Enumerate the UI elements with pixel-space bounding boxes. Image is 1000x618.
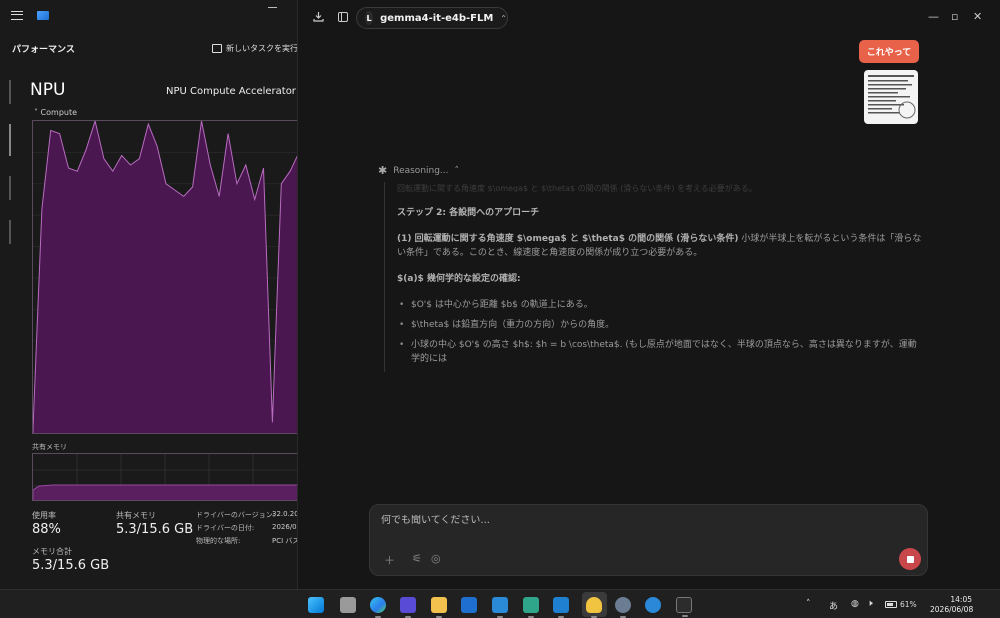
reasoning-toggle[interactable]: ✱ Reasoning... ˄ bbox=[378, 164, 459, 177]
model-name: gemma4-it-e4b-FLM bbox=[380, 12, 494, 24]
driver-version-label: ドライバーのバージョン: bbox=[196, 511, 276, 519]
graph-selector[interactable]: ˅ Compute bbox=[34, 108, 77, 117]
maximize-icon[interactable]: ▫ bbox=[951, 10, 958, 24]
chevron-updown-icon: ⌃ bbox=[500, 13, 507, 23]
tm-titlebar bbox=[0, 0, 297, 30]
tools-icon[interactable]: ⚟ bbox=[412, 552, 422, 565]
device-name: NPU Compute Accelerator bbox=[166, 86, 296, 97]
physical-location-label: 物理的な場所: bbox=[196, 537, 241, 545]
network-icon[interactable]: ◍ bbox=[851, 599, 859, 609]
battery-icon[interactable] bbox=[885, 601, 897, 608]
sidebar-item-npu[interactable] bbox=[9, 124, 11, 156]
reasoning-bullet-3: 小球の中心 $O'$ の高さ $h$: $h = b \cos\theta$. … bbox=[397, 338, 924, 366]
compute-usage-area bbox=[33, 121, 297, 433]
volume-muted-icon[interactable]: 🕨 bbox=[867, 599, 873, 609]
shared-memory-graph-svg bbox=[33, 454, 297, 500]
sidebar-item-memory[interactable] bbox=[9, 176, 11, 200]
message-input[interactable] bbox=[381, 515, 861, 526]
hamburger-menu-icon[interactable] bbox=[11, 10, 23, 20]
shared-memory-label: 共有メモリ bbox=[32, 443, 67, 451]
wave-hand-app-icon[interactable] bbox=[586, 597, 602, 618]
notes-app-icon[interactable] bbox=[400, 597, 416, 618]
driver-date-label: ドライバーの日付: bbox=[196, 524, 255, 532]
driver-version-value: 32.0.20 bbox=[272, 510, 298, 518]
clock-date: 2026/06/08 bbox=[930, 605, 974, 614]
task-manager-window: パフォーマンス 新しいタスクを実行す NPU NPU Compute Accel… bbox=[0, 0, 298, 589]
graph-label: Compute bbox=[40, 108, 78, 117]
start-icon[interactable] bbox=[308, 597, 324, 613]
stop-generation-button[interactable] bbox=[899, 548, 921, 570]
sidebar-item-cpu[interactable] bbox=[9, 80, 11, 104]
file-explorer-icon[interactable] bbox=[431, 597, 447, 618]
clock-time: 14:05 bbox=[950, 595, 972, 604]
task-manager-taskbar-icon[interactable] bbox=[553, 597, 569, 618]
edge-browser-icon[interactable] bbox=[370, 597, 386, 618]
attached-image-content bbox=[868, 75, 916, 119]
chat-titlebar: L gemma4-it-e4b-FLM ⌃ — ▫ ✕ bbox=[298, 0, 1000, 36]
reasoning-bullets: $O'$ は中心から距離 $b$ の軌道上にある。 $\theta$ は鉛直方向… bbox=[397, 298, 924, 366]
stop-icon bbox=[906, 555, 914, 563]
user-message: これやって bbox=[859, 40, 919, 63]
sidebar-item-disk[interactable] bbox=[9, 220, 11, 244]
new-task-icon bbox=[212, 44, 222, 53]
message-composer: ＋ ⚟ ◎ bbox=[369, 504, 928, 576]
sidebar-toggle-icon[interactable] bbox=[338, 12, 348, 22]
new-task-button[interactable]: 新しいタスクを実行す bbox=[212, 43, 298, 54]
shared-memory-graph bbox=[32, 453, 297, 501]
reasoning-paragraph-1-bold: (1) 回転運動に関する角速度 $\omega$ と $\theta$ の間の関… bbox=[397, 234, 739, 244]
attached-image-thumbnail[interactable] bbox=[864, 70, 918, 124]
reasoning-step-title: ステップ 2: 各設問へのアプローチ bbox=[397, 208, 540, 218]
chat-window: L gemma4-it-e4b-FLM ⌃ — ▫ ✕ これやって ✱ Reas… bbox=[298, 0, 1000, 589]
help-app-icon[interactable] bbox=[645, 597, 661, 613]
ime-indicator[interactable]: あ bbox=[829, 599, 838, 612]
mem-total-label: メモリ合計 bbox=[32, 547, 72, 556]
settings-icon[interactable]: ◎ bbox=[431, 552, 441, 565]
utilization-label: 使用率 bbox=[32, 511, 56, 520]
vscode-icon[interactable] bbox=[492, 597, 508, 618]
sparkle-icon: ✱ bbox=[378, 164, 388, 177]
photos-app-icon[interactable] bbox=[523, 597, 539, 618]
model-badge: L bbox=[365, 11, 374, 25]
new-task-label: 新しいタスクを実行す bbox=[226, 44, 298, 53]
device-title: NPU bbox=[30, 80, 66, 100]
reasoning-bullet-2: $\theta$ は鉛直方向（重力の方向）からの角度。 bbox=[397, 318, 924, 332]
close-icon[interactable]: ✕ bbox=[973, 10, 982, 24]
task-manager-app-icon bbox=[37, 10, 49, 20]
tray-overflow-chevron-icon[interactable]: ˄ bbox=[806, 599, 811, 609]
add-attachment-icon[interactable]: ＋ bbox=[384, 552, 395, 568]
reasoning-bullet-1: $O'$ は中心から距離 $b$ の軌道上にある。 bbox=[397, 298, 924, 312]
task-view-icon[interactable] bbox=[340, 597, 356, 613]
shared-mem-value: 5.3/15.6 GB bbox=[116, 522, 194, 537]
compute-graph bbox=[32, 120, 297, 434]
perf-sidebar bbox=[9, 80, 12, 300]
minimize-icon[interactable] bbox=[268, 7, 277, 8]
chevron-up-icon: ˄ bbox=[454, 165, 460, 176]
utilization-value: 88% bbox=[32, 522, 61, 537]
reasoning-paragraph-1: (1) 回転運動に関する角速度 $\omega$ と $\theta$ の間の関… bbox=[397, 232, 924, 260]
physical-location-value: PCI バス bbox=[272, 537, 298, 545]
reasoning-paragraph-2: $(a)$ 幾何学的な設定の確認: bbox=[397, 272, 924, 286]
taskbar: ˄ あ ◍ 🕨 61% 14:05 2026/06/08 bbox=[0, 589, 1000, 618]
reasoning-content: 回転運動に関する角速度 $\omega$ と $\theta$ の間の関係 (滑… bbox=[384, 182, 924, 372]
minimize-icon[interactable]: — bbox=[928, 10, 939, 24]
settings-gear-icon[interactable] bbox=[615, 597, 631, 618]
reasoning-label: Reasoning... bbox=[393, 165, 449, 176]
mem-total-value: 5.3/15.6 GB bbox=[32, 558, 110, 573]
clock[interactable]: 14:05 2026/06/08 bbox=[930, 595, 974, 615]
driver-date-value: 2026/0 bbox=[272, 523, 297, 531]
shared-mem-label: 共有メモリ bbox=[116, 511, 156, 520]
compute-graph-svg bbox=[33, 121, 297, 433]
terminal-icon[interactable] bbox=[676, 597, 692, 617]
reasoning-paragraph-2-bold: $(a)$ 幾何学的な設定の確認: bbox=[397, 274, 521, 284]
outlook-icon[interactable] bbox=[461, 597, 477, 613]
reasoning-faded-line: 回転運動に関する角速度 $\omega$ と $\theta$ の間の関係 (滑… bbox=[397, 184, 757, 192]
model-selector[interactable]: L gemma4-it-e4b-FLM ⌃ bbox=[356, 7, 508, 29]
battery-percent: 61% bbox=[900, 600, 917, 609]
download-icon[interactable] bbox=[313, 11, 324, 22]
